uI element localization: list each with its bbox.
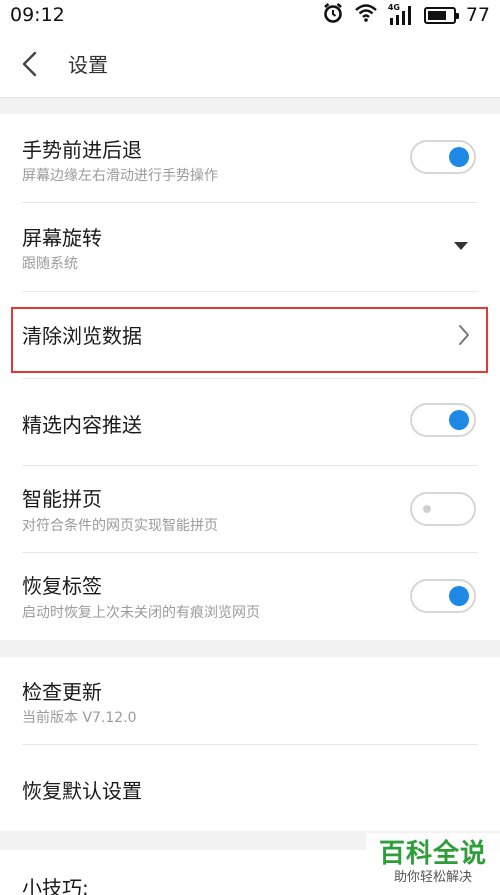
setting-title: 恢复标签 [22,574,102,598]
smart-page-toggle[interactable] [410,492,476,526]
setting-subtitle: 屏幕边缘左右滑动进行手势操作 [22,168,218,184]
alarm-icon [322,2,344,29]
battery-fill [427,10,447,20]
toggle-knob [449,586,469,606]
watermark-sub-text: 助你轻松解决 [393,870,472,885]
setting-subtitle: 对符合条件的网页实现智能拼页 [22,518,218,534]
page-title: 设置 [68,53,108,77]
setting-restore-tabs[interactable]: 恢复标签 启动时恢复上次未关闭的有痕浏览网页 [0,553,500,640]
setting-title: 手势前进后退 [22,138,142,162]
content-push-toggle[interactable] [410,403,476,437]
setting-subtitle: 启动时恢复上次未关闭的有痕浏览网页 [22,605,260,621]
tips-title: 小技巧: [22,876,89,895]
highlight-box [11,307,488,373]
setting-subtitle: 当前版本 V7.12.0 [22,710,137,726]
back-button[interactable] [0,30,60,98]
app-header: 设置 [0,30,500,98]
chevron-left-icon [22,51,37,76]
signal-icon: 4G [388,3,414,26]
wifi-icon [354,3,378,28]
setting-smart-page[interactable]: 智能拼页 对符合条件的网页实现智能拼页 [0,466,500,552]
setting-gesture-nav[interactable]: 手势前进后退 屏幕边缘左右滑动进行手势操作 [0,114,500,202]
setting-title: 屏幕旋转 [22,226,102,250]
setting-check-update[interactable]: 检查更新 当前版本 V7.12.0 [0,657,500,744]
settings-group-browsing: 手势前进后退 屏幕边缘左右滑动进行手势操作 屏幕旋转 跟随系统 清除浏览数据 精… [0,114,500,640]
setting-title: 检查更新 [22,680,102,704]
setting-title: 智能拼页 [22,487,102,511]
settings-group-about: 检查更新 当前版本 V7.12.0 恢复默认设置 [0,657,500,831]
toggle-knob [423,505,431,513]
setting-reset-default[interactable]: 恢复默认设置 [0,745,500,831]
restore-tabs-toggle[interactable] [410,579,476,613]
gesture-nav-toggle[interactable] [410,140,476,174]
status-icons: 4G 77 [322,2,490,29]
battery-icon [423,6,459,24]
setting-subtitle: 跟随系统 [22,256,78,272]
status-time: 09:12 [10,4,65,26]
setting-screen-rotation[interactable]: 屏幕旋转 跟随系统 [0,203,500,291]
battery-percent: 77 [465,4,490,26]
setting-title: 精选内容推送 [22,413,142,437]
status-bar: 09:12 4G 77 [0,0,500,30]
toggle-knob [449,410,469,430]
toggle-knob [449,147,469,167]
setting-content-push[interactable]: 精选内容推送 [0,379,500,465]
dropdown-triangle-icon[interactable] [454,241,468,251]
watermark-logo: 百科全说 助你轻松解决 [366,833,500,895]
setting-title: 恢复默认设置 [22,779,142,803]
watermark-main-text: 百科全说 [378,839,487,869]
